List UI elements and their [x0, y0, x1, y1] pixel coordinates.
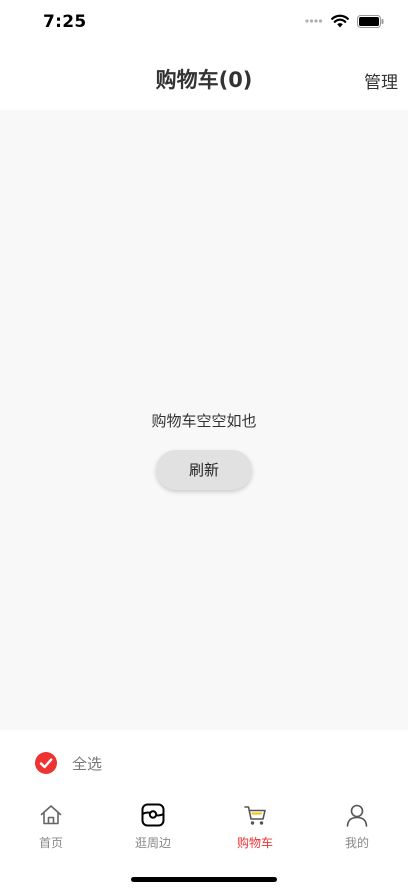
wifi-icon: [331, 14, 349, 28]
empty-cart-message: 购物车空空如也: [151, 412, 257, 430]
browse-icon: [141, 803, 165, 827]
home-icon: [40, 805, 62, 825]
cart-screen: 7:25 购物车(0) 管理 购物车空空如也 刷新 全选 首页 逛周边 购物车 …: [0, 0, 408, 890]
tab-cart[interactable]: 购物车: [204, 802, 306, 856]
tab-label-profile: 我的: [344, 836, 369, 850]
select-all-label[interactable]: 全选: [72, 753, 102, 774]
status-time: 7:25: [43, 12, 87, 32]
profile-icon: [346, 804, 368, 827]
cart-content[interactable]: 购物车空空如也 刷新: [0, 110, 408, 730]
select-all-bar: 全选: [0, 730, 408, 796]
tab-home[interactable]: 首页: [0, 802, 102, 856]
tab-label-cart: 购物车: [236, 836, 273, 850]
select-all-checkbox[interactable]: [35, 752, 57, 774]
cart-icon: [244, 806, 266, 825]
tab-label-home: 首页: [38, 836, 63, 850]
checkmark-icon: [39, 758, 53, 769]
signal-dots-icon: [305, 19, 323, 23]
tab-profile[interactable]: 我的: [306, 802, 408, 856]
manage-button[interactable]: 管理: [364, 68, 398, 93]
nav-bar: 购物车(0) 管理: [0, 48, 408, 110]
refresh-button[interactable]: 刷新: [156, 450, 252, 490]
page-title: 购物车(0): [155, 68, 253, 92]
battery-icon: [357, 14, 384, 28]
tab-bar: 首页 逛周边 购物车 我的: [0, 796, 408, 890]
tab-browse[interactable]: 逛周边: [102, 802, 204, 856]
status-icons: [305, 14, 384, 28]
tab-label-browse: 逛周边: [134, 836, 171, 850]
status-bar: 7:25: [0, 0, 408, 48]
home-indicator: [131, 877, 277, 882]
